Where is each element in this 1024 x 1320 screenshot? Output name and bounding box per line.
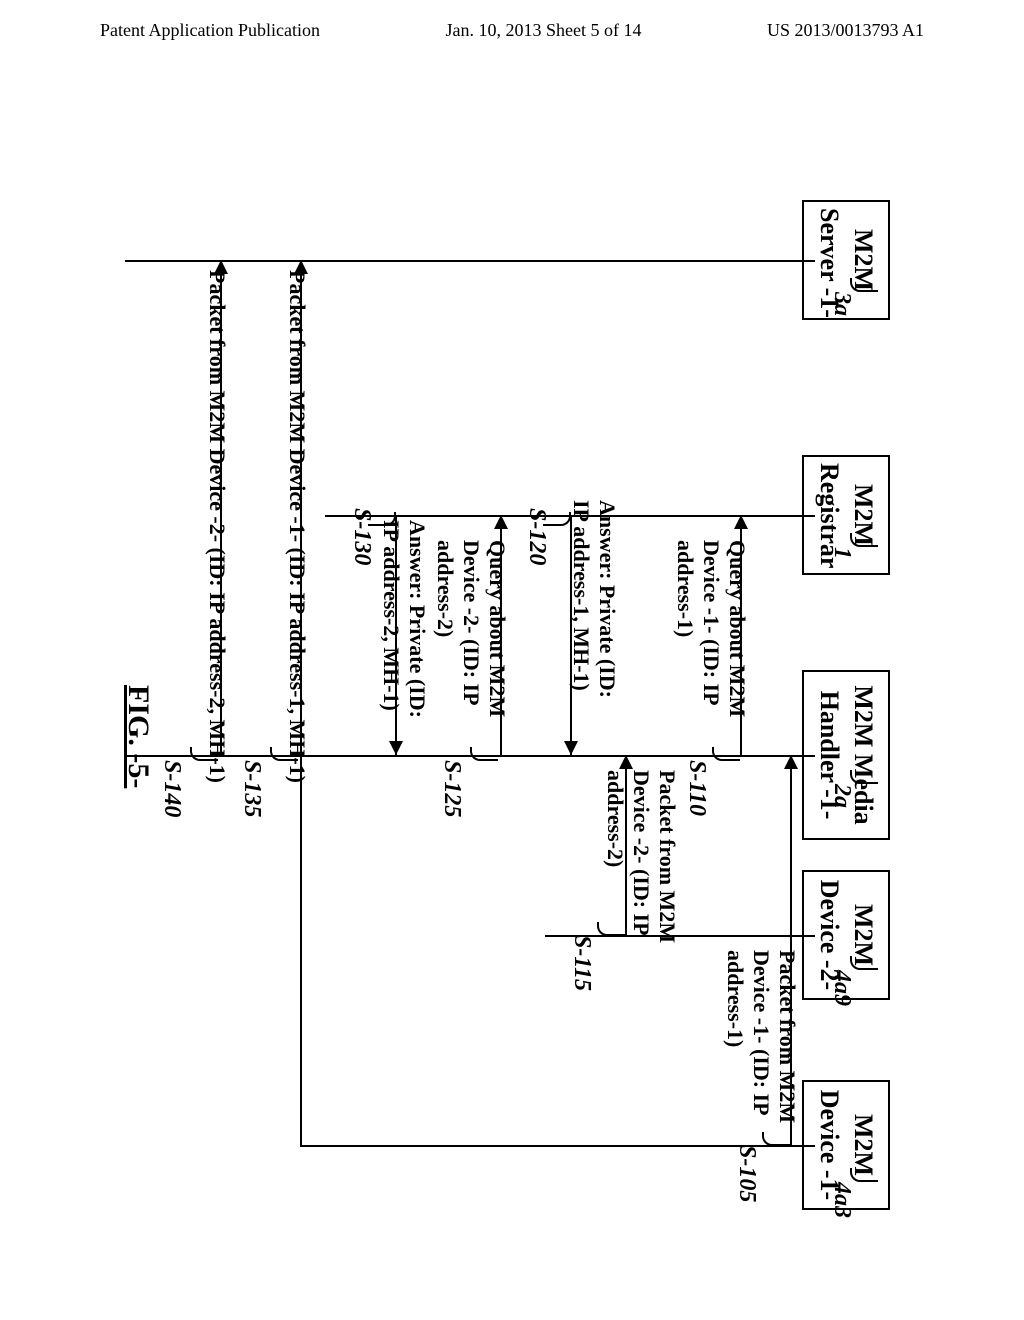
msg-s120: Answer: Private (ID:IP address-1, MH-1): [568, 500, 620, 730]
connector: [712, 747, 740, 761]
step-s115: S-115: [568, 935, 595, 991]
page-header: Patent Application Publication Jan. 10, …: [0, 0, 1024, 51]
header-center: Jan. 10, 2013 Sheet 5 of 14: [445, 20, 641, 41]
entity-handler-tag: 2a: [828, 784, 855, 808]
entity-handler: M2M MediaHandler -1-: [802, 670, 890, 840]
msg-s105: Packet from M2MDevice -1- (ID: IPaddress…: [722, 950, 800, 1150]
figure-label: FIG. -5-: [121, 685, 155, 788]
entity-registrar-tag: 1: [828, 547, 855, 559]
entity-device1-tag: 4a3: [828, 1182, 855, 1218]
arrowhead: [784, 755, 798, 769]
header-left: Patent Application Publication: [100, 20, 320, 41]
lifeline-server: [125, 260, 815, 262]
connector: [270, 747, 298, 761]
connector: [850, 278, 878, 292]
connector: [762, 1132, 790, 1146]
connector: [470, 747, 498, 761]
arrowhead: [494, 515, 508, 529]
step-s140: S-140: [158, 760, 185, 817]
msg-s110: Query about M2MDevice -1- (ID: IPaddress…: [672, 540, 750, 740]
arrowhead: [564, 741, 578, 755]
arrowhead: [734, 515, 748, 529]
msg-s130: Answer: Private (ID:IP address-2, MH-1): [378, 520, 430, 750]
connector: [850, 956, 878, 970]
sequence-diagram: M2MServer -1- 3a M2MRegistrar 1 M2M Medi…: [0, 60, 1024, 1320]
header-right: US 2013/0013793 A1: [767, 20, 924, 41]
connector: [850, 533, 878, 547]
msg-s115: Packet from M2MDevice -2- (ID: IPaddress…: [602, 770, 680, 970]
connector: [850, 770, 878, 784]
msg-s140: Packet from M2M Device -2- (ID: IP addre…: [204, 270, 230, 783]
msg-s125: Query about M2MDevice -2- (ID: IPaddress…: [432, 540, 510, 740]
connector: [368, 512, 396, 526]
step-s110: S-110: [683, 760, 710, 816]
connector: [597, 922, 625, 936]
connector: [190, 747, 218, 761]
arrowhead: [619, 755, 633, 769]
connector: [543, 512, 571, 526]
step-s105: S-105: [733, 1145, 760, 1202]
msg-s135: Packet from M2M Device -1- (ID: IP addre…: [284, 270, 310, 783]
step-s125: S-125: [438, 760, 465, 817]
step-s135: S-135: [238, 760, 265, 817]
entity-server-tag: 3a: [828, 292, 855, 316]
entity-device2-tag: 4a9: [828, 970, 855, 1006]
connector: [850, 1168, 878, 1182]
